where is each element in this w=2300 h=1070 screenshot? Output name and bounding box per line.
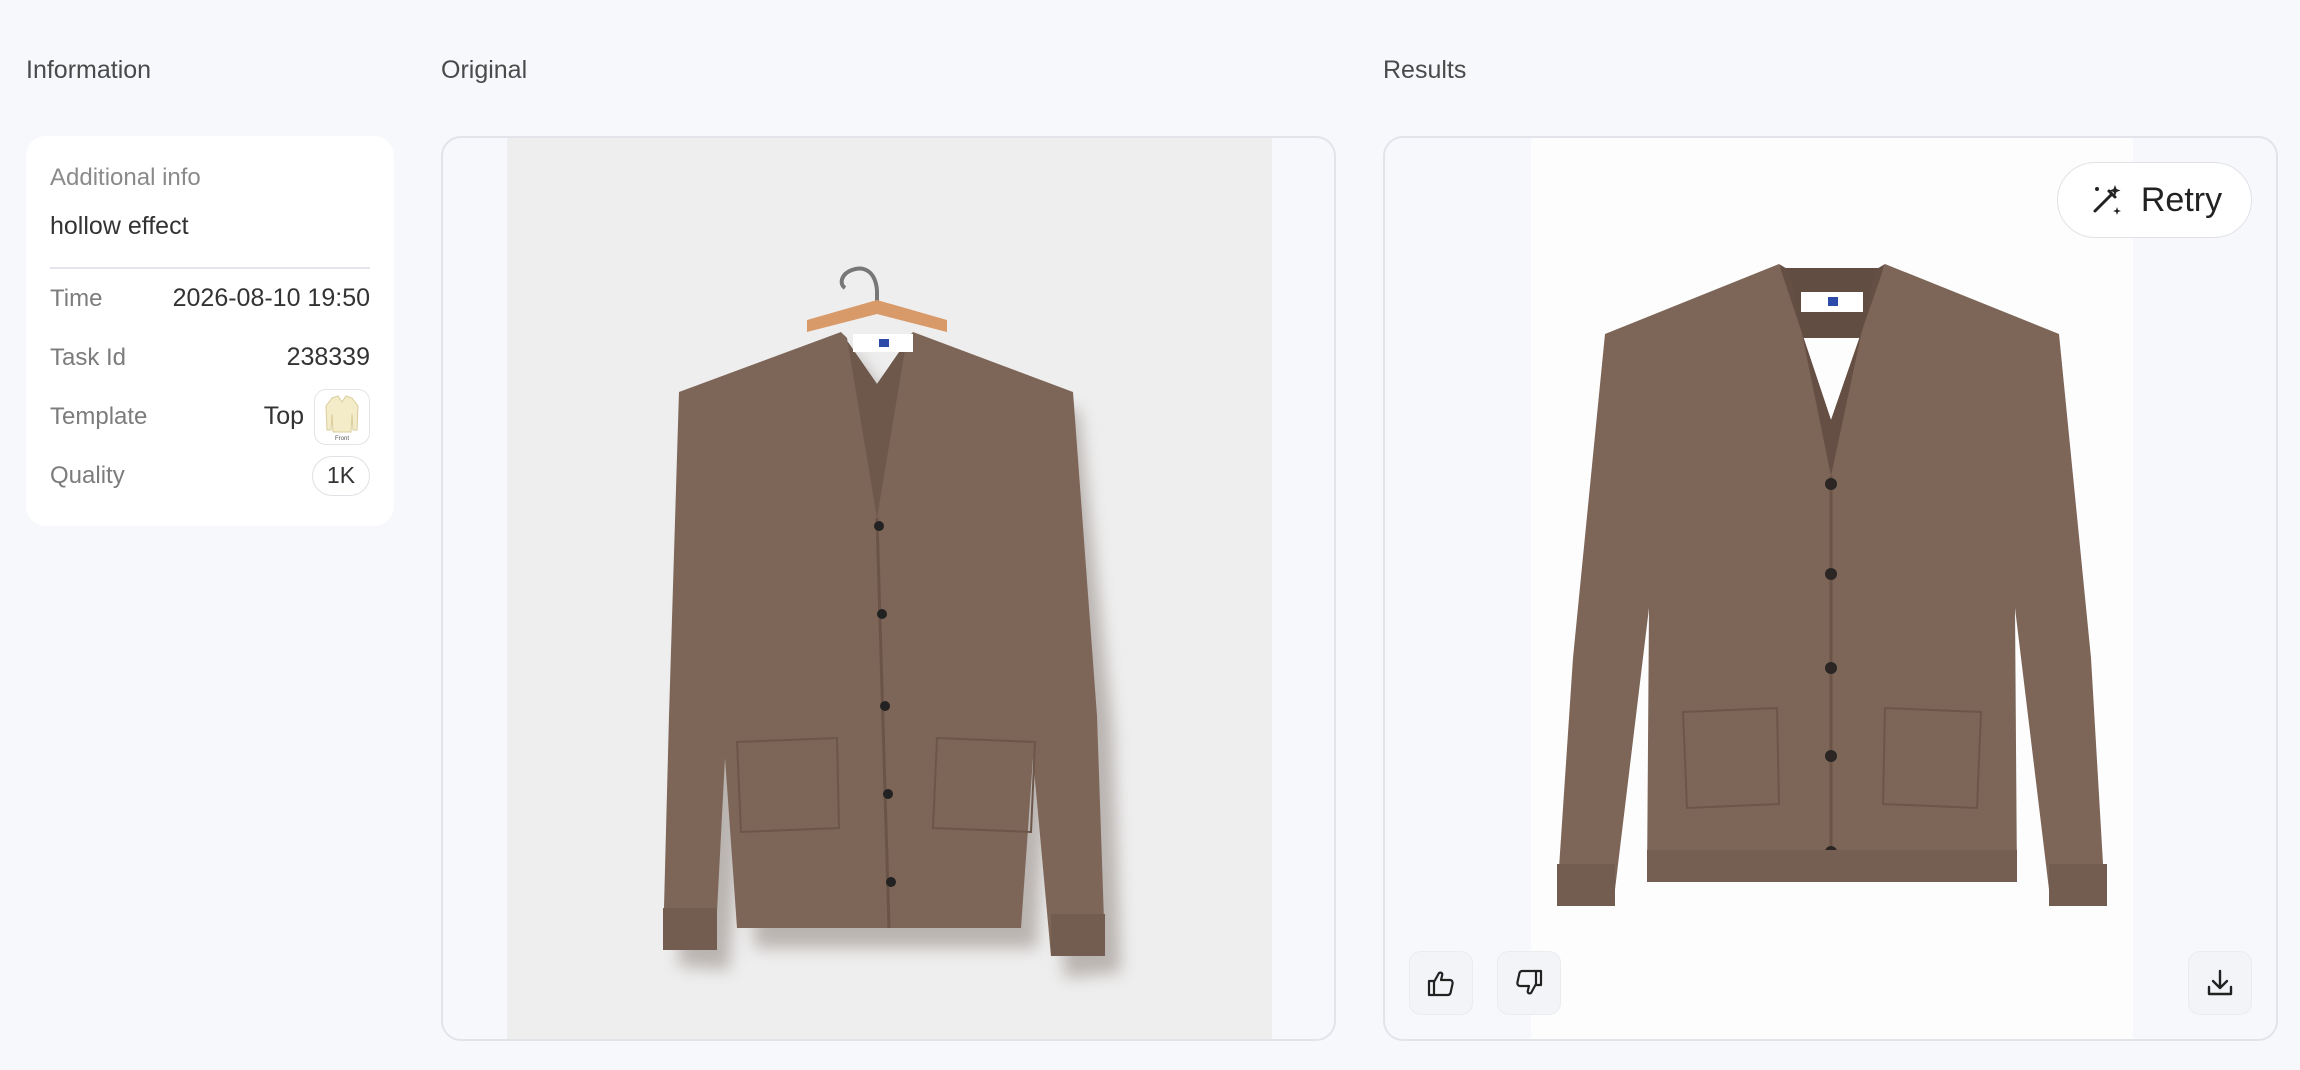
template-value-group: Top Front bbox=[263, 388, 370, 445]
original-title: Original bbox=[441, 56, 528, 84]
download-button[interactable] bbox=[2188, 951, 2252, 1015]
original-cardigan-illustration bbox=[663, 266, 1121, 978]
template-row: Template Top Front bbox=[50, 387, 370, 446]
information-card: Additional info hollow effect Time 2026-… bbox=[26, 136, 394, 526]
time-label: Time bbox=[50, 284, 103, 312]
retry-label: Retry bbox=[2140, 180, 2223, 219]
quality-label: Quality bbox=[50, 461, 125, 489]
retry-button[interactable]: Retry bbox=[2057, 162, 2252, 238]
thumbs-down-icon bbox=[1516, 969, 1543, 995]
thumbs-up-icon bbox=[1427, 971, 1454, 997]
task-id-value: 238339 bbox=[286, 343, 370, 371]
like-button[interactable] bbox=[1409, 951, 1473, 1015]
original-image[interactable] bbox=[507, 138, 1272, 1039]
template-garment-icon: Front bbox=[325, 394, 359, 442]
quality-badge: 1K bbox=[312, 455, 370, 496]
task-id-row: Task Id 238339 bbox=[50, 328, 370, 387]
task-id-label: Task Id bbox=[50, 343, 127, 371]
information-title: Information bbox=[26, 56, 152, 84]
additional-info-value: hollow effect bbox=[50, 212, 189, 240]
additional-info-label: Additional info bbox=[50, 164, 201, 191]
template-label: Template bbox=[50, 402, 148, 430]
template-thumbnail[interactable]: Front bbox=[314, 388, 370, 445]
result-cardigan-illustration bbox=[1557, 264, 2107, 906]
dislike-button[interactable] bbox=[1497, 951, 1561, 1015]
original-panel bbox=[441, 136, 1336, 1041]
download-icon bbox=[2207, 969, 2233, 996]
time-row: Time 2026-08-10 19:50 bbox=[50, 269, 370, 328]
results-title: Results bbox=[1383, 56, 1467, 84]
result-image[interactable] bbox=[1531, 138, 2133, 1039]
quality-row: Quality 1K bbox=[50, 446, 370, 505]
template-thumb-caption: Front bbox=[335, 436, 349, 442]
template-value: Top bbox=[263, 402, 304, 430]
results-panel: Retry bbox=[1383, 136, 2278, 1041]
time-value: 2026-08-10 19:50 bbox=[172, 284, 370, 312]
magic-wand-icon bbox=[2093, 185, 2121, 215]
